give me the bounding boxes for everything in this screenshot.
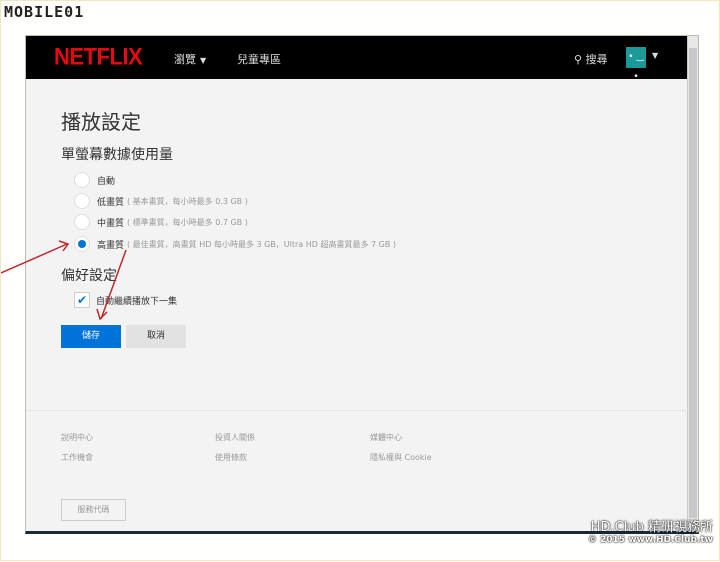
arrow-to-high-quality bbox=[1, 243, 68, 274]
annotation-arrows bbox=[1, 240, 127, 321]
watermark-line2: © 2015 www.HD.Club.tw bbox=[587, 535, 713, 545]
site-watermark: HD.Club 精研視務所 © 2015 www.HD.Club.tw bbox=[588, 516, 713, 545]
arrow-to-save bbox=[100, 249, 127, 320]
watermark-line1: HD.Club 精研視務所 bbox=[590, 520, 713, 535]
